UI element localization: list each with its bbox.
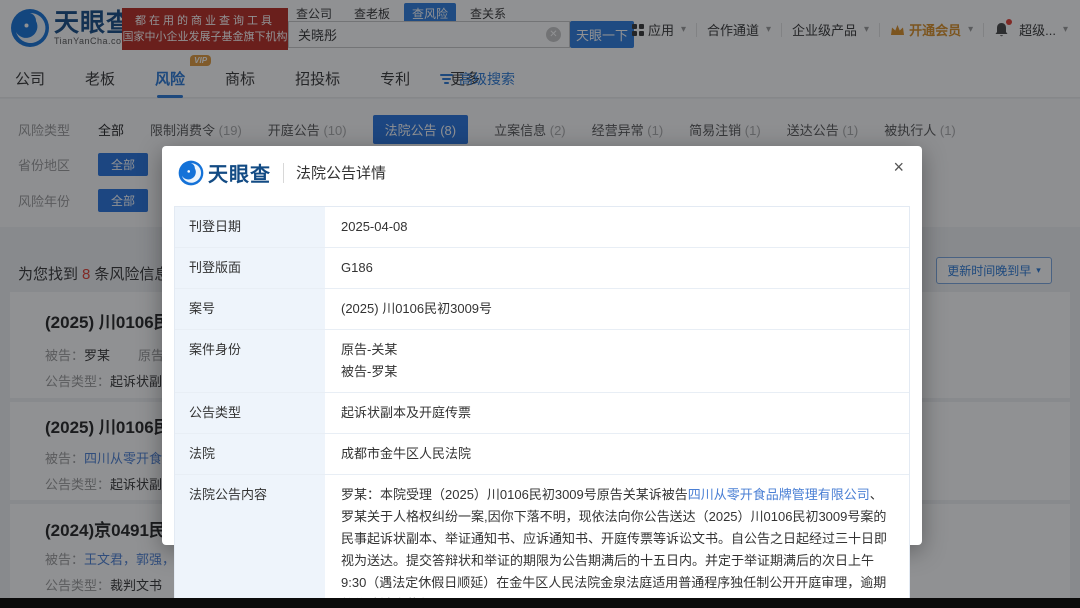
row-label: 公告类型 (175, 393, 325, 433)
divider (283, 163, 284, 183)
table-row: 刊登日期 2025-04-08 (175, 207, 909, 248)
row-label: 法院公告内容 (175, 475, 325, 608)
court-announcement-modal: 天眼查 法院公告详情 × 刊登日期 2025-04-08 刊登版面 G186 案… (162, 146, 922, 545)
row-value: 起诉状副本及开庭传票 (325, 393, 909, 433)
announcement-content: 罗某：本院受理（2025）川0106民初3009号原告关某诉被告四川从零开食品牌… (325, 475, 909, 608)
row-value: (2025) 川0106民初3009号 (325, 289, 909, 329)
row-value: 成都市金牛区人民法院 (325, 434, 909, 474)
table-row: 法院公告内容 罗某：本院受理（2025）川0106民初3009号原告关某诉被告四… (175, 475, 909, 608)
row-value: 原告-关某 被告-罗某 (325, 330, 909, 392)
row-value: G186 (325, 248, 909, 288)
announcement-detail-table: 刊登日期 2025-04-08 刊登版面 G186 案号 (2025) 川010… (174, 206, 910, 608)
row-label: 法院 (175, 434, 325, 474)
tianyancha-eye-icon (178, 160, 204, 186)
modal-title: 法院公告详情 (296, 162, 386, 183)
table-row: 案号 (2025) 川0106民初3009号 (175, 289, 909, 330)
row-label: 刊登版面 (175, 248, 325, 288)
row-label: 案号 (175, 289, 325, 329)
close-icon[interactable]: × (893, 158, 904, 176)
company-link[interactable]: 四川从零开食品牌管理有限公司 (688, 487, 870, 502)
row-label: 案件身份 (175, 330, 325, 392)
table-row: 公告类型 起诉状副本及开庭传票 (175, 393, 909, 434)
modal-header: 天眼查 法院公告详情 (178, 158, 386, 187)
modal-brand: 天眼查 (208, 158, 271, 187)
bottom-black-bar (0, 598, 1080, 608)
row-label: 刊登日期 (175, 207, 325, 247)
table-row: 法院 成都市金牛区人民法院 (175, 434, 909, 475)
table-row: 刊登版面 G186 (175, 248, 909, 289)
row-value: 2025-04-08 (325, 207, 909, 247)
table-row: 案件身份 原告-关某 被告-罗某 (175, 330, 909, 393)
